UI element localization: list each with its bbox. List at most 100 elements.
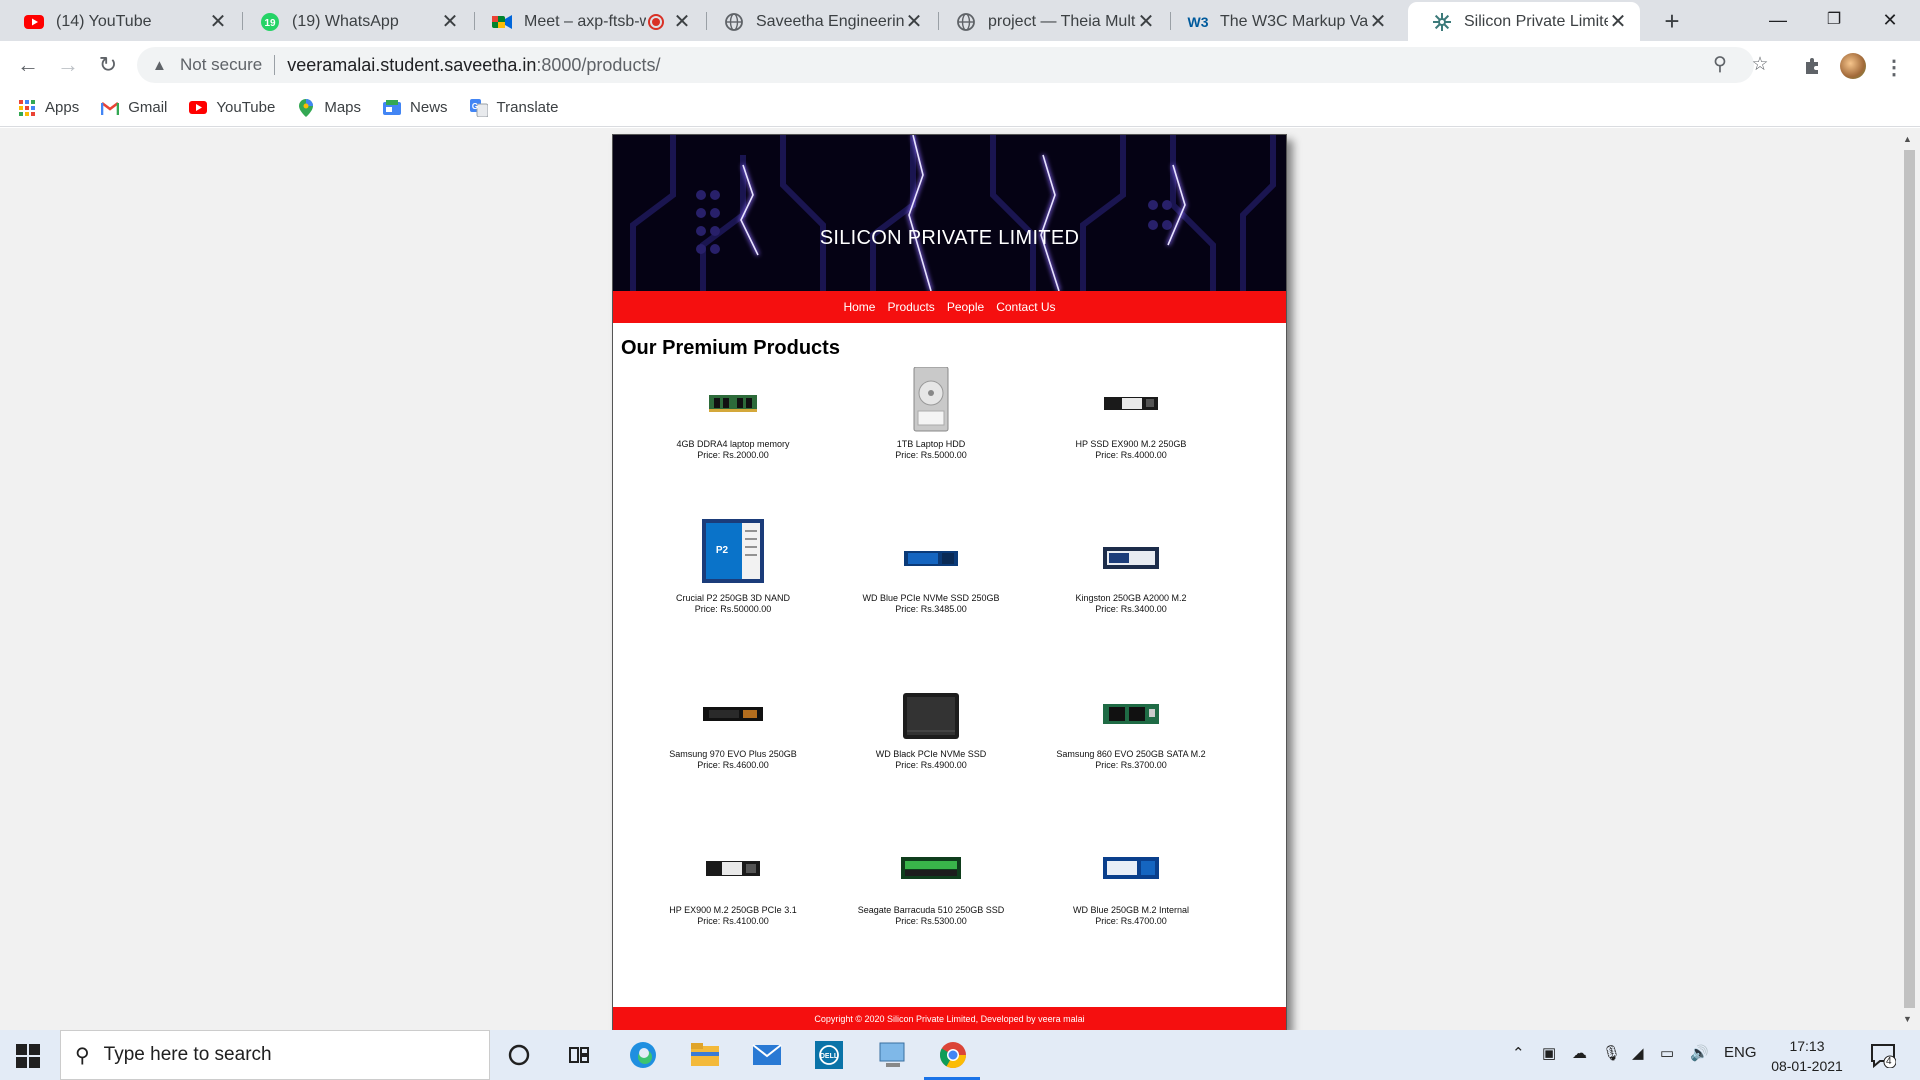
- m2-ssd-icon: [1103, 683, 1159, 743]
- news-icon: [383, 99, 402, 117]
- input-language[interactable]: ENG: [1724, 1044, 1757, 1061]
- search-icon: ⚲: [75, 1044, 90, 1067]
- system-clock[interactable]: 17:13 08-01-2021: [1762, 1036, 1852, 1076]
- product-card[interactable]: WD Blue 250GB M.2 Internal Price: Rs.470…: [1031, 839, 1231, 927]
- tab-saveetha[interactable]: Saveetha Engineering C ✕: [700, 2, 936, 41]
- minimize-button[interactable]: —: [1750, 0, 1806, 41]
- product-name: Samsung 970 EVO Plus 250GB: [669, 749, 797, 759]
- product-price: Price: Rs.4700.00: [1095, 916, 1167, 926]
- microphone-icon[interactable]: 🎙: [1602, 1044, 1621, 1062]
- page-scrollbar[interactable]: ▲ ▼: [1898, 128, 1920, 1030]
- menu-kebab-icon[interactable]: ⋮: [1882, 55, 1906, 79]
- meet-now-icon[interactable]: ▣: [1542, 1044, 1556, 1062]
- tab-silicon-private-limited[interactable]: Silicon Private Limited ✕: [1408, 2, 1640, 41]
- bookmark-youtube[interactable]: YouTube: [189, 99, 275, 117]
- tab-youtube[interactable]: (14) YouTube ✕: [0, 2, 240, 41]
- zoom-icon[interactable]: ⚲: [1708, 53, 1732, 76]
- whatsapp-icon: 19: [260, 12, 280, 32]
- new-tab-button[interactable]: +: [1656, 6, 1688, 38]
- close-icon[interactable]: ✕: [1368, 9, 1388, 34]
- close-icon[interactable]: ✕: [440, 9, 460, 34]
- nav-link-home[interactable]: Home: [843, 300, 875, 314]
- product-card[interactable]: HP SSD EX900 M.2 250GB Price: Rs.4000.00: [1031, 373, 1231, 461]
- scrollbar-thumb[interactable]: [1904, 150, 1915, 1008]
- product-price: Price: Rs.5000.00: [895, 450, 967, 460]
- product-card[interactable]: Seagate Barracuda 510 250GB SSD Price: R…: [831, 839, 1031, 927]
- bookmark-translate[interactable]: G Translate: [469, 98, 559, 117]
- close-icon[interactable]: ✕: [904, 9, 924, 34]
- back-button[interactable]: ←: [12, 49, 44, 81]
- product-card[interactable]: 1TB Laptop HDD Price: Rs.5000.00: [831, 366, 1031, 461]
- bookmark-gmail[interactable]: Gmail: [101, 99, 167, 117]
- chrome-icon[interactable]: [936, 1038, 970, 1072]
- product-card[interactable]: 4GB DDRA4 laptop memory Price: Rs.2000.0…: [633, 373, 833, 461]
- gmail-icon: [101, 99, 120, 117]
- address-bar[interactable]: ▲ Not secure veeramalai.student.saveetha…: [137, 47, 1769, 83]
- product-card[interactable]: HP EX900 M.2 250GB PCIe 3.1 Price: Rs.41…: [633, 839, 833, 927]
- product-card[interactable]: Samsung 970 EVO Plus 250GB Price: Rs.460…: [633, 683, 833, 771]
- scroll-up-arrow-icon[interactable]: ▲: [1903, 134, 1912, 144]
- warning-triangle-icon[interactable]: ▲: [152, 57, 172, 74]
- product-price: Price: Rs.4600.00: [697, 760, 769, 770]
- windows-start-icon[interactable]: [16, 1044, 40, 1068]
- task-view-icon[interactable]: [562, 1038, 596, 1072]
- file-explorer-icon[interactable]: [688, 1038, 722, 1072]
- cortana-icon[interactable]: [502, 1038, 536, 1072]
- security-label[interactable]: Not secure: [180, 55, 262, 75]
- notification-count: 4: [1886, 1056, 1892, 1067]
- m2-ssd-icon: [1104, 373, 1158, 433]
- nav-link-people[interactable]: People: [947, 300, 984, 314]
- restore-button[interactable]: ❐: [1806, 0, 1862, 41]
- page-viewport: SILICON PRIVATE LIMITED Home Products Pe…: [0, 128, 1898, 1030]
- bookmark-star-icon[interactable]: ☆: [1748, 53, 1772, 76]
- product-name: HP SSD EX900 M.2 250GB: [1075, 439, 1187, 449]
- close-icon[interactable]: ✕: [1608, 9, 1628, 34]
- chevron-up-icon[interactable]: ⌃: [1512, 1044, 1525, 1062]
- product-price: Price: Rs.3485.00: [895, 604, 967, 614]
- google-meet-icon: [492, 12, 512, 32]
- forward-button[interactable]: →: [52, 49, 84, 81]
- nav-link-products[interactable]: Products: [887, 300, 934, 314]
- product-card[interactable]: P2 Crucial P2 250GB 3D NAND Price: Rs.50…: [633, 519, 833, 615]
- extensions-puzzle-icon[interactable]: [1801, 55, 1825, 77]
- tab-strip: (14) YouTube ✕ 19 (19) WhatsApp ✕ Meet –…: [0, 0, 1920, 41]
- globe-icon: [724, 12, 744, 32]
- translate-icon: G: [469, 98, 488, 117]
- bookmark-apps[interactable]: Apps: [18, 99, 79, 117]
- desktop-app-icon[interactable]: [876, 1038, 910, 1072]
- battery-icon[interactable]: ▭: [1660, 1044, 1674, 1062]
- tab-meet[interactable]: Meet – axp-ftsb-w ✕: [468, 2, 704, 41]
- m2-ssd-icon: [1103, 839, 1159, 899]
- product-card[interactable]: Samsung 860 EVO 250GB SATA M.2 Price: Rs…: [1031, 683, 1231, 771]
- bookmark-news[interactable]: News: [383, 99, 448, 117]
- product-card[interactable]: WD Black PCIe NVMe SSD Price: Rs.4900.00: [831, 683, 1031, 771]
- onedrive-cloud-icon[interactable]: ☁: [1572, 1044, 1587, 1062]
- nav-link-contact-us[interactable]: Contact Us: [996, 300, 1055, 314]
- close-window-button[interactable]: ✕: [1862, 0, 1918, 41]
- close-icon[interactable]: ✕: [672, 9, 692, 34]
- scroll-down-arrow-icon[interactable]: ▼: [1903, 1014, 1912, 1024]
- product-price: Price: Rs.4000.00: [1095, 450, 1167, 460]
- edge-browser-icon[interactable]: [626, 1038, 660, 1072]
- product-price: Price: Rs.50000.00: [694, 604, 772, 614]
- volume-icon[interactable]: 🔊: [1690, 1044, 1709, 1062]
- close-icon[interactable]: ✕: [208, 9, 228, 34]
- bookmark-maps[interactable]: Maps: [297, 98, 361, 117]
- tab-theia[interactable]: project — Theia Multi-l ✕: [932, 2, 1168, 41]
- product-name: 1TB Laptop HDD: [896, 439, 966, 449]
- wifi-icon[interactable]: ◢: [1632, 1044, 1644, 1062]
- tab-w3c-validator[interactable]: W3 The W3C Markup Valid ✕: [1164, 2, 1400, 41]
- tab-whatsapp[interactable]: 19 (19) WhatsApp ✕: [236, 2, 472, 41]
- mail-icon[interactable]: [750, 1038, 784, 1072]
- taskbar-search-box[interactable]: ⚲ Type here to search: [60, 1030, 490, 1080]
- profile-avatar[interactable]: [1840, 53, 1866, 79]
- reload-button[interactable]: ↻: [92, 49, 124, 81]
- dell-app-icon[interactable]: DELL: [812, 1038, 846, 1072]
- bookmarks-bar: Apps Gmail YouTube Maps News G Translate: [0, 89, 1920, 127]
- site-nav: Home Products People Contact Us: [613, 291, 1286, 323]
- product-card[interactable]: WD Blue PCIe NVMe SSD 250GB Price: Rs.34…: [831, 527, 1031, 615]
- notifications-icon[interactable]: 4: [1866, 1038, 1900, 1072]
- product-card[interactable]: Kingston 250GB A2000 M.2 Price: Rs.3400.…: [1031, 527, 1231, 615]
- url-text[interactable]: veeramalai.student.saveetha.in:8000/prod…: [287, 55, 660, 76]
- close-icon[interactable]: ✕: [1136, 9, 1156, 34]
